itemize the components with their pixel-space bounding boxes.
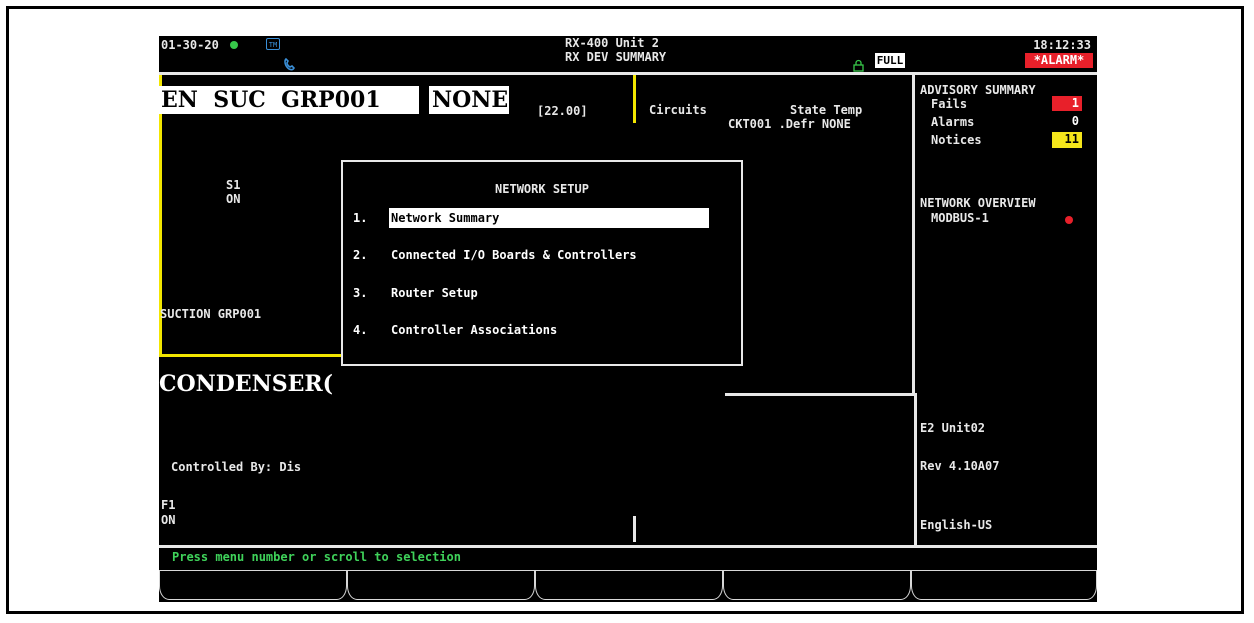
menu-item-label: Network Summary [389,208,709,228]
softkey-f3[interactable] [535,570,723,600]
group-title[interactable]: EN SUC GRP001 [161,88,381,112]
dialog-title: NETWORK SETUP [495,182,589,196]
notices-label[interactable]: Notices [931,133,982,147]
network-setup-dialog: NETWORK SETUP 1. Network Summary 2. Conn… [341,160,743,366]
bottom-divider [159,545,1097,548]
sidebar-divider-lower [914,393,917,547]
group-panel-border-bottom [159,354,341,357]
network-item-modbus[interactable]: MODBUS-1 [931,211,989,225]
controlled-by: Controlled By: Dis [171,460,302,474]
header-unit-name: RX-400 Unit 2 [565,36,659,50]
header-screen-name: RX DEV SUMMARY [565,50,667,64]
menu-item-network-summary[interactable]: 1. Network Summary [353,208,713,228]
header-time: 18:12:33 [1033,38,1091,52]
f1-label: F1 [161,498,176,512]
group-value: [22.00] [537,104,588,118]
network-status-dot-icon [1065,216,1073,224]
status-message: Press menu number or scroll to selection [172,550,461,564]
unit-label: E2 Unit02 [920,421,986,435]
notices-count: 11 [1052,132,1082,148]
f1-state: ON [161,513,176,527]
lock-icon [814,38,864,72]
alarms-count: 0 [1071,114,1079,128]
sidebar-divider-upper [912,75,915,393]
softkey-f1[interactable] [159,570,347,600]
network-overview-title: NETWORK OVERVIEW [920,196,1036,210]
alarms-label[interactable]: Alarms [931,115,974,129]
fails-count: 1 [1052,96,1082,111]
cursor-marker [633,516,636,542]
menu-item-label: Router Setup [391,286,478,300]
menu-item-number: 3. [353,286,368,300]
menu-item-connected-io-boards[interactable]: 2. Connected I/O Boards & Controllers [353,245,713,265]
fails-label[interactable]: Fails [931,97,967,111]
group-panel-border-right [633,75,636,123]
s1-label: S1 [226,178,241,192]
view-mode-badge: FULL [875,53,905,68]
alarm-indicator[interactable]: *ALARM* [1025,53,1093,68]
softkey-f5[interactable] [911,570,1097,600]
state-temp-header: State Temp [790,103,863,117]
menu-item-label: Connected I/O Boards & Controllers [391,248,637,262]
menu-item-number: 4. [353,323,368,337]
suction-label: SUCTION GRP001 [160,307,262,321]
green-status-dot-icon [230,41,238,49]
circuit-row[interactable]: CKT001 .Defr NONE [728,117,851,131]
menu-item-label: Controller Associations [391,323,558,337]
header-date: 01-30-20 [161,38,219,52]
header-divider [159,72,1097,75]
softkey-f2[interactable] [347,570,535,600]
menu-item-number: 2. [353,248,368,262]
advisory-title: ADVISORY SUMMARY [920,83,1036,97]
menu-item-controller-associations[interactable]: 4. Controller Associations [353,320,713,340]
softkey-bar [159,568,1097,602]
language: English-US [920,518,993,532]
phone-icon [244,37,295,71]
condenser-title[interactable]: CONDENSER( [159,372,333,396]
softkey-f4[interactable] [723,570,911,600]
menu-item-number: 1. [353,211,368,225]
circuits-header: Circuits [649,103,707,117]
revision: Rev 4.10A07 [920,459,1000,473]
s1-state: ON [226,192,241,206]
condenser-divider [725,393,915,396]
menu-item-router-setup[interactable]: 3. Router Setup [353,283,713,303]
tm-icon: TM [266,38,280,50]
controller-screen: 01-30-20 TM RX-400 Unit 2 RX DEV SUMMARY… [159,36,1097,602]
group-state[interactable]: NONE [432,88,508,112]
